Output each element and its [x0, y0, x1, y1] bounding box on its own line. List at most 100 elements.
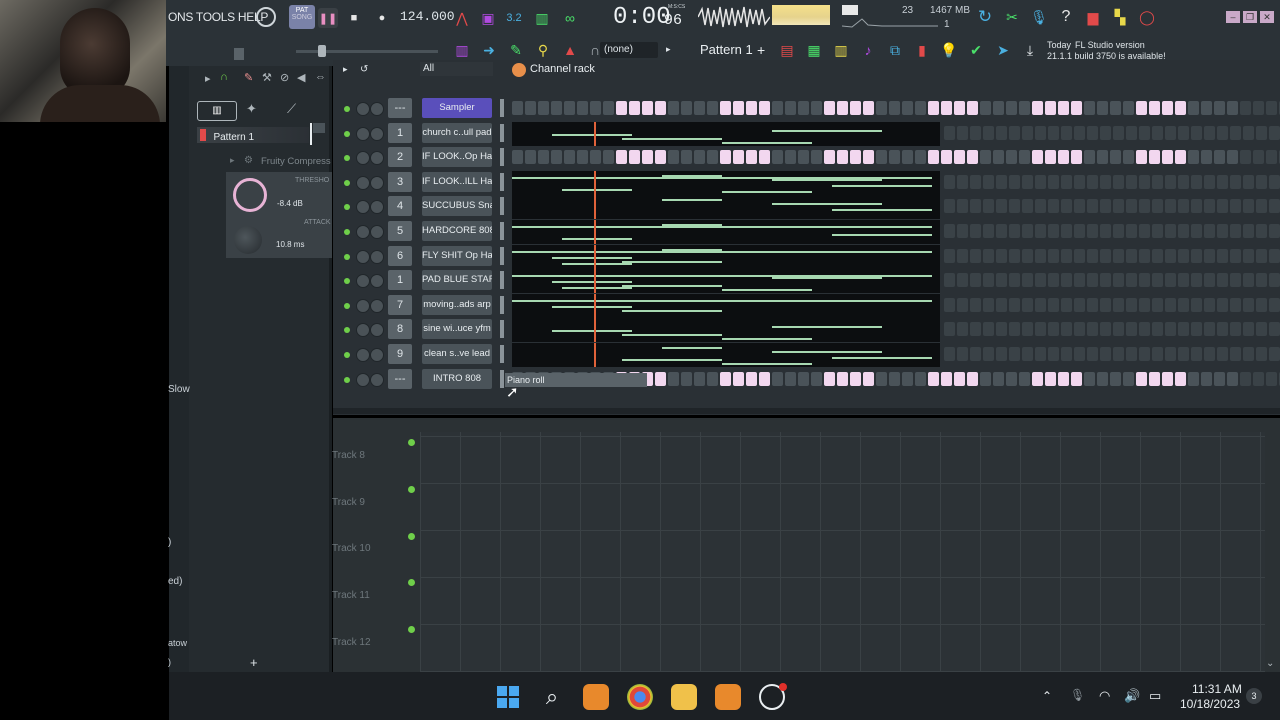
- step-button[interactable]: [863, 372, 874, 386]
- step-button[interactable]: [1269, 224, 1280, 238]
- step-button[interactable]: [1149, 372, 1160, 386]
- channel-name-button[interactable]: FLY SHIT Op Hat: [422, 246, 492, 266]
- step-button[interactable]: [1243, 175, 1254, 189]
- step-button[interactable]: [1178, 347, 1189, 361]
- step-button[interactable]: [1201, 150, 1212, 164]
- channel-volume-knob[interactable]: [370, 127, 384, 141]
- chat-icon[interactable]: ◯: [1137, 7, 1157, 27]
- step-button[interactable]: [1269, 249, 1280, 263]
- step-button[interactable]: [993, 150, 1004, 164]
- step-button[interactable]: [1269, 298, 1280, 312]
- step-button[interactable]: [1243, 249, 1254, 263]
- step-button[interactable]: [1269, 126, 1280, 140]
- channel-mute-led[interactable]: [344, 278, 350, 284]
- step-button[interactable]: [785, 150, 796, 164]
- step-button[interactable]: [1204, 199, 1215, 213]
- step-button[interactable]: [1175, 101, 1186, 115]
- tray-overflow-icon[interactable]: ⌃: [1042, 689, 1052, 703]
- step-button[interactable]: [1165, 298, 1176, 312]
- step-button[interactable]: [551, 150, 562, 164]
- channel-volume-knob[interactable]: [370, 274, 384, 288]
- step-button[interactable]: [970, 322, 981, 336]
- step-button[interactable]: [1100, 322, 1111, 336]
- step-button[interactable]: [1217, 347, 1228, 361]
- step-button[interactable]: [1123, 372, 1134, 386]
- step-button[interactable]: [759, 150, 770, 164]
- step-button[interactable]: [1074, 273, 1085, 287]
- audio-mode-icon[interactable]: ✦: [246, 101, 257, 117]
- track-mute-led[interactable]: [408, 626, 415, 633]
- step-button[interactable]: [1009, 273, 1020, 287]
- channel-pan-knob[interactable]: [356, 225, 370, 239]
- step-button[interactable]: [1191, 347, 1202, 361]
- step-button[interactable]: [1139, 298, 1150, 312]
- step-button[interactable]: [1048, 199, 1059, 213]
- step-button[interactable]: [1256, 175, 1267, 189]
- step-button[interactable]: [980, 150, 991, 164]
- step-button[interactable]: [538, 101, 549, 115]
- step-button[interactable]: [1032, 372, 1043, 386]
- step-button[interactable]: [944, 249, 955, 263]
- step-button[interactable]: [1191, 224, 1202, 238]
- step-button[interactable]: [1243, 224, 1254, 238]
- step-button[interactable]: [746, 150, 757, 164]
- channel-select-indicator[interactable]: [500, 296, 504, 314]
- channel-pan-knob[interactable]: [356, 348, 370, 362]
- step-button[interactable]: [876, 372, 887, 386]
- step-button[interactable]: [967, 101, 978, 115]
- step-button[interactable]: [1136, 101, 1147, 115]
- step-button[interactable]: [1204, 224, 1215, 238]
- step-button[interactable]: [1100, 249, 1111, 263]
- step-button[interactable]: [957, 322, 968, 336]
- step-button[interactable]: [1152, 347, 1163, 361]
- channel-mixer-track[interactable]: 1: [388, 270, 412, 290]
- step-button[interactable]: [772, 101, 783, 115]
- step-button[interactable]: [1256, 224, 1267, 238]
- step-button[interactable]: [1061, 224, 1072, 238]
- step-button[interactable]: [1126, 126, 1137, 140]
- step-button[interactable]: [1048, 322, 1059, 336]
- step-button[interactable]: [1217, 249, 1228, 263]
- step-button[interactable]: [720, 150, 731, 164]
- wrench-icon[interactable]: ✔: [966, 40, 986, 60]
- step-button[interactable]: [1178, 322, 1189, 336]
- step-button[interactable]: [655, 372, 666, 386]
- step-button[interactable]: [1217, 224, 1228, 238]
- chrome-icon[interactable]: [627, 684, 653, 710]
- step-button[interactable]: [983, 298, 994, 312]
- step-button[interactable]: [1061, 322, 1072, 336]
- step-button[interactable]: [1006, 101, 1017, 115]
- step-button[interactable]: [1126, 347, 1137, 361]
- step-button[interactable]: [798, 150, 809, 164]
- channel-pan-knob[interactable]: [356, 250, 370, 264]
- step-button[interactable]: [1217, 322, 1228, 336]
- step-button[interactable]: [1139, 347, 1150, 361]
- step-button[interactable]: [1006, 150, 1017, 164]
- channel-name-button[interactable]: clean s..ve lead: [422, 344, 492, 364]
- channel-volume-knob[interactable]: [370, 225, 384, 239]
- step-button[interactable]: [1256, 273, 1267, 287]
- step-button[interactable]: [1162, 101, 1173, 115]
- channel-mute-led[interactable]: [344, 155, 350, 161]
- step-button[interactable]: [1178, 273, 1189, 287]
- step-button[interactable]: [983, 322, 994, 336]
- step-button[interactable]: [1243, 126, 1254, 140]
- step-button[interactable]: [746, 101, 757, 115]
- time-display[interactable]: 0:00: [613, 4, 671, 31]
- step-button[interactable]: [1126, 199, 1137, 213]
- step-button[interactable]: [957, 347, 968, 361]
- step-button[interactable]: [1087, 199, 1098, 213]
- step-button[interactable]: [1097, 150, 1108, 164]
- step-sequencer-tail[interactable]: [944, 347, 1280, 361]
- channel-volume-knob[interactable]: [370, 250, 384, 264]
- loop-record-icon[interactable]: ∞: [560, 8, 580, 28]
- step-button[interactable]: [1113, 347, 1124, 361]
- step-button[interactable]: [707, 101, 718, 115]
- step-button[interactable]: [996, 322, 1007, 336]
- download-icon[interactable]: ⤓: [1020, 40, 1040, 60]
- step-button[interactable]: [1139, 126, 1150, 140]
- browser-zoom-icon[interactable]: ⇔: [315, 71, 326, 83]
- channel-mixer-track[interactable]: 4: [388, 196, 412, 216]
- step-button[interactable]: [564, 101, 575, 115]
- channel-name-button[interactable]: IF LOOK..Op Hat: [422, 147, 492, 167]
